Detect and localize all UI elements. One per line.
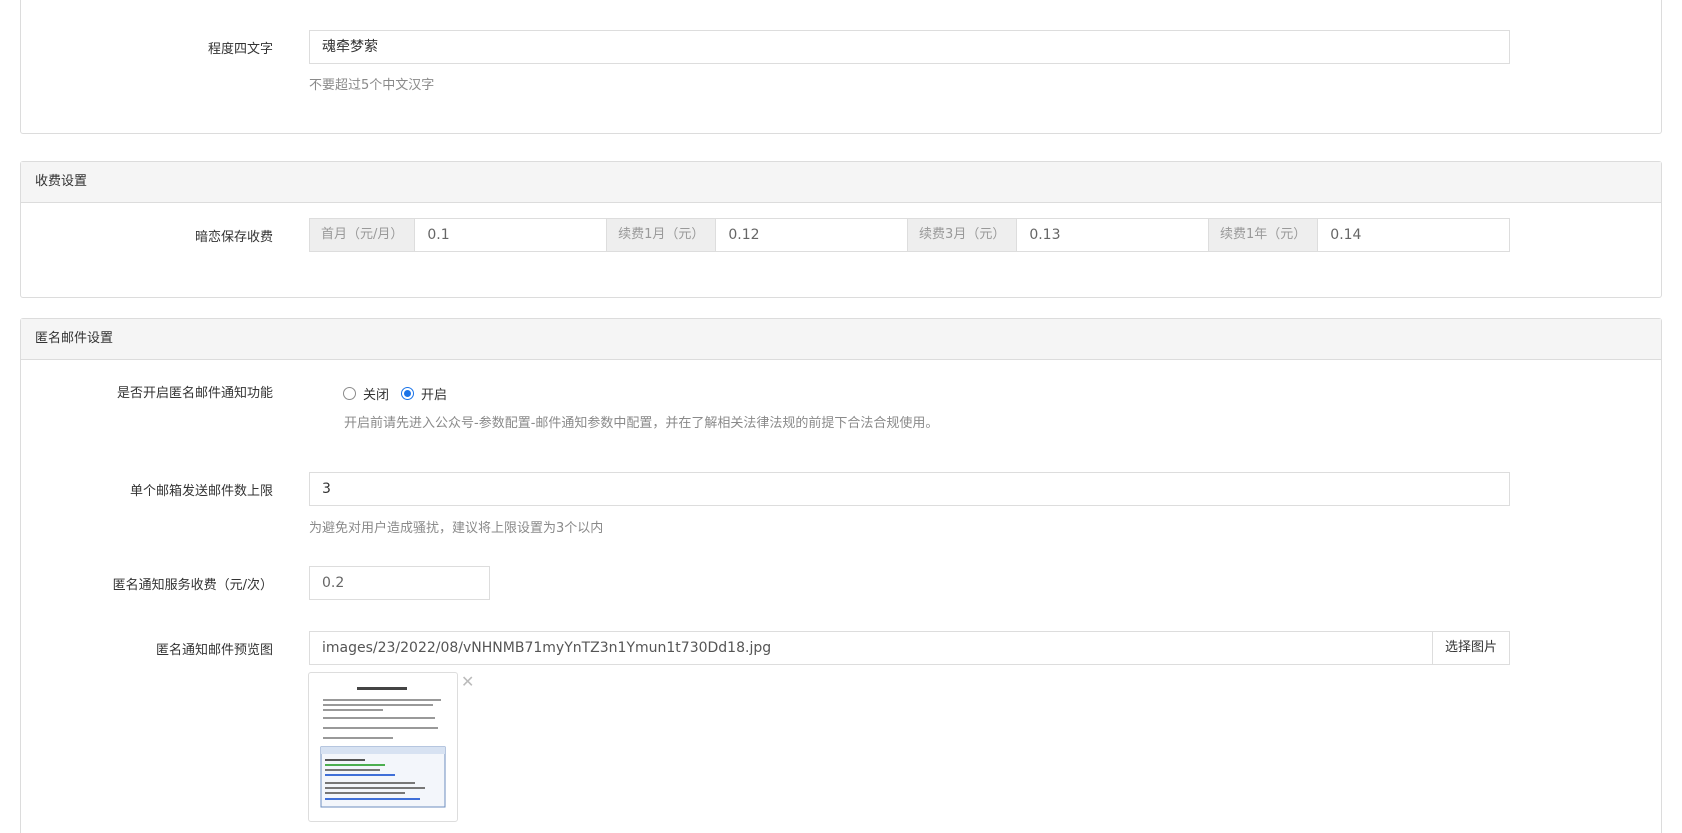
panel-basic: 程度四文字 魂牵梦萦 不要超过5个中文汉字 (20, 0, 1662, 134)
fee-renew-1y-addon: 续费1年（元） (1208, 219, 1319, 251)
fee-renew-3m-addon: 续费3月（元） (907, 219, 1018, 251)
radio-off[interactable] (343, 387, 356, 400)
fee-first-month-addon: 首月（元/月） (310, 219, 416, 251)
select-image-button[interactable]: 选择图片 (1431, 632, 1509, 664)
mail-enable-radios: 关闭 开启 (343, 384, 459, 403)
fees-input-group: 首月（元/月） 0.1 续费1月（元） 0.12 续费3月（元） 0.13 续费… (309, 218, 1510, 252)
fee-renew-1y-input[interactable]: 0.14 (1318, 219, 1509, 251)
mail-limit-input[interactable]: 3 (309, 472, 1510, 506)
four-char-input[interactable]: 魂牵梦萦 (309, 30, 1510, 64)
mail-limit-label: 单个邮箱发送邮件数上限 (129, 484, 273, 499)
close-icon[interactable]: ✕ (461, 674, 474, 690)
panel-fees: 收费设置 暗恋保存收费 首月（元/月） 0.1 续费1月（元） 0.12 续费3… (20, 161, 1662, 298)
mail-preview-drawing (313, 677, 453, 817)
fee-renew-1m-input[interactable]: 0.12 (716, 219, 907, 251)
settings-page: 程度四文字 魂牵梦萦 不要超过5个中文汉字 收费设置 暗恋保存收费 首月（元/月… (0, 0, 1682, 833)
mail-preview-group: images/23/2022/08/vNHNMB71myYnTZ3n1Ymun1… (309, 631, 1510, 665)
mail-enable-help: 开启前请先进入公众号-参数配置-邮件通知参数中配置，并在了解相关法律法规的前提下… (344, 416, 939, 431)
mail-preview-path-input[interactable]: images/23/2022/08/vNHNMB71myYnTZ3n1Ymun1… (310, 632, 1432, 664)
fees-heading: 收费设置 (21, 162, 1661, 203)
four-char-label: 程度四文字 (207, 42, 273, 57)
mail-fee-input[interactable]: 0.2 (309, 566, 490, 600)
mail-fee-label: 匿名通知服务收费（元/次） (112, 578, 273, 593)
fee-renew-3m-input[interactable]: 0.13 (1017, 219, 1208, 251)
mail-preview-label: 匿名通知邮件预览图 (155, 643, 273, 658)
radio-off-label[interactable]: 关闭 (363, 384, 389, 403)
fees-label: 暗恋保存收费 (194, 230, 273, 245)
fee-first-month-input[interactable]: 0.1 (415, 219, 606, 251)
radio-on[interactable] (401, 387, 415, 400)
panel-mail: 匿名邮件设置 是否开启匿名邮件通知功能 关闭 开启 开启前请先进入公众号-参数配… (20, 318, 1662, 833)
mail-limit-help: 为避免对用户造成骚扰，建议将上限设置为3个以内 (309, 521, 604, 536)
radio-on-label[interactable]: 开启 (421, 384, 447, 403)
mail-enable-label: 是否开启匿名邮件通知功能 (116, 386, 273, 401)
mail-preview-thumbnail (308, 672, 458, 822)
four-char-help: 不要超过5个中文汉字 (309, 78, 435, 93)
mail-heading: 匿名邮件设置 (21, 319, 1661, 360)
mail-preview-image (313, 677, 453, 817)
fee-renew-1m-addon: 续费1月（元） (606, 219, 717, 251)
